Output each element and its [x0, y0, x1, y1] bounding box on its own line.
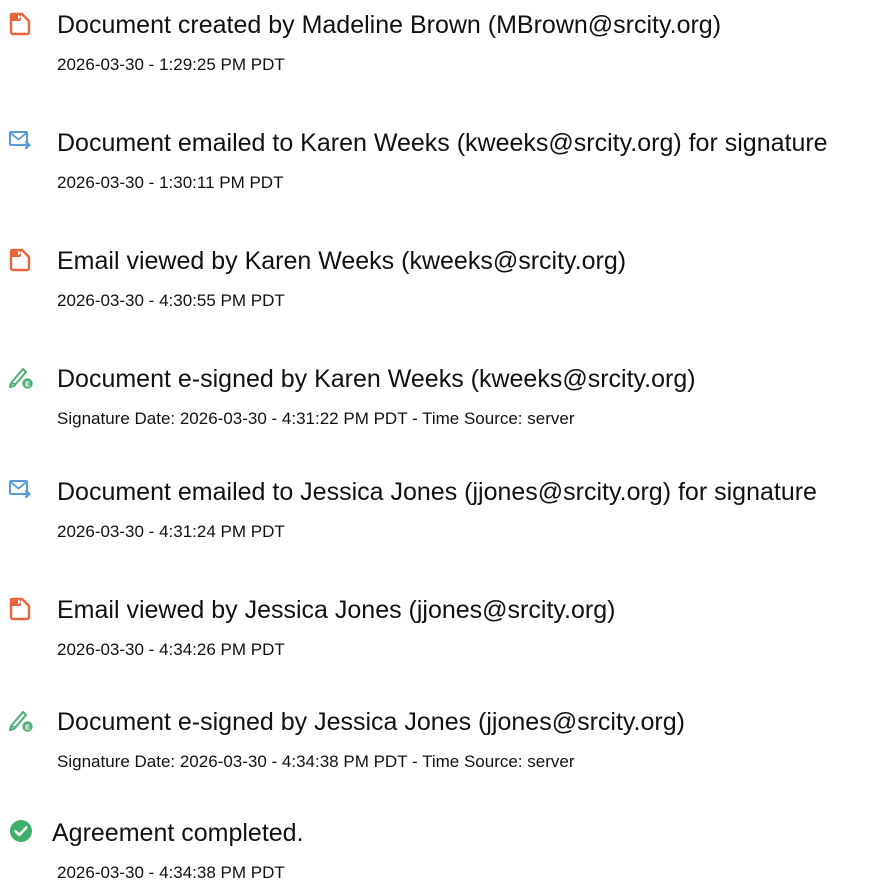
event-title: Document created by Madeline Brown (MBro… — [57, 11, 722, 39]
document-created-icon — [8, 10, 34, 36]
event-title: Agreement completed. — [52, 819, 304, 847]
event-title: Document e-signed by Jessica Jones (jjon… — [57, 708, 685, 736]
event-timestamp: 2026-03-30 - 4:34:26 PM PDT — [57, 640, 285, 659]
event-timestamp: 2026-03-30 - 4:31:24 PM PDT — [57, 522, 285, 541]
event-timestamp: 2026-03-30 - 4:34:38 PM PDT — [57, 863, 285, 882]
event-title: Document emailed to Karen Weeks (kweeks@… — [57, 129, 828, 157]
event-timestamp: 2026-03-30 - 1:30:11 PM PDT — [57, 173, 284, 192]
event-title: Email viewed by Karen Weeks (kweeks@srci… — [57, 247, 627, 275]
event-title: Document emailed to Jessica Jones (jjone… — [57, 478, 817, 506]
event-title: Email viewed by Jessica Jones (jjones@sr… — [57, 596, 616, 624]
email-sent-icon — [8, 477, 34, 503]
event-timestamp: Signature Date: 2026-03-30 - 4:34:38 PM … — [57, 752, 575, 771]
e-signed-icon: E — [8, 707, 34, 733]
event-timestamp: 2026-03-30 - 1:29:25 PM PDT — [57, 55, 285, 74]
email-viewed-icon — [8, 595, 34, 621]
e-signed-icon: E — [8, 364, 34, 390]
agreement-completed-icon — [8, 818, 34, 844]
email-sent-icon — [8, 128, 34, 154]
svg-text:E: E — [25, 722, 30, 731]
event-title: Document e-signed by Karen Weeks (kweeks… — [57, 365, 696, 393]
event-timestamp: 2026-03-30 - 4:30:55 PM PDT — [57, 291, 285, 310]
svg-text:E: E — [25, 379, 30, 388]
email-viewed-icon — [8, 246, 34, 272]
event-timestamp: Signature Date: 2026-03-30 - 4:31:22 PM … — [57, 409, 575, 428]
